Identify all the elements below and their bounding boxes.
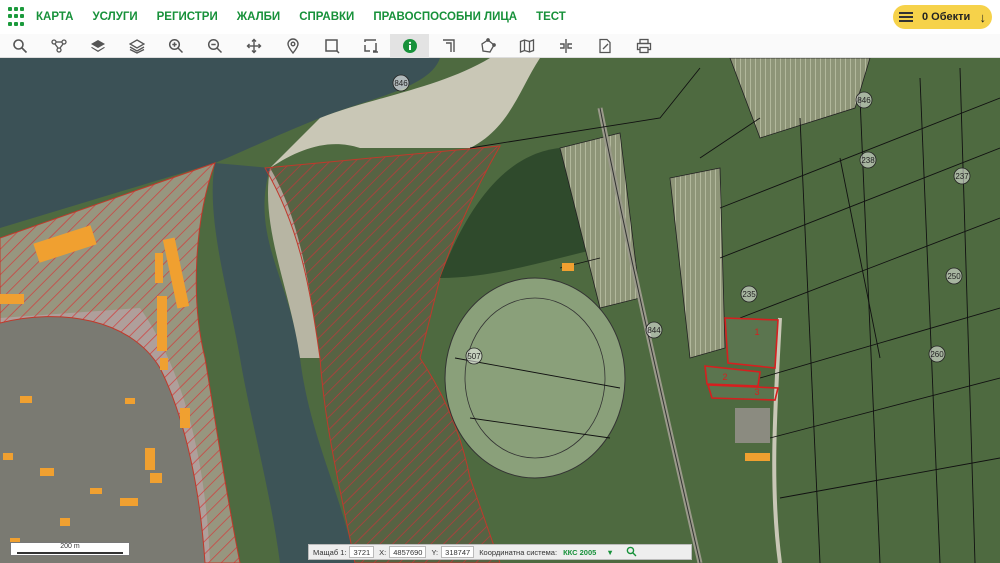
menu-item-uslugi[interactable]: УСЛУГИ: [92, 11, 137, 23]
top-menu-bar: КАРТА УСЛУГИ РЕГИСТРИ ЖАЛБИ СПРАВКИ ПРАВ…: [0, 0, 1000, 34]
scale-bar-label: 200 m: [60, 543, 80, 550]
menu-item-test[interactable]: ТЕСТ: [536, 11, 566, 23]
scale-bar: 200 m: [10, 542, 130, 556]
parcel-number-3: 3: [754, 387, 759, 397]
parcel-label-846b: 846: [857, 96, 871, 105]
objects-button[interactable]: 0 Обекти ↓: [893, 5, 992, 29]
parcel-label-238: 238: [861, 156, 875, 165]
select-rect-minus-icon[interactable]: [351, 34, 390, 58]
chevron-down-icon[interactable]: ▼: [606, 548, 613, 557]
y-coordinate: 318747: [441, 546, 475, 558]
parcel-label-507: 507: [467, 352, 481, 361]
split-icon[interactable]: [546, 34, 585, 58]
menu-item-registri[interactable]: РЕГИСТРИ: [157, 11, 218, 23]
satellite-map[interactable]: 846 846 238 237 235 507 844 250 260 1 2 …: [0, 58, 1000, 563]
parcel-label-235: 235: [742, 290, 756, 299]
main-menu: КАРТА УСЛУГИ РЕГИСТРИ ЖАЛБИ СПРАВКИ ПРАВ…: [36, 11, 585, 23]
pan-icon[interactable]: [234, 34, 273, 58]
draw-polygon-icon[interactable]: [468, 34, 507, 58]
map-view[interactable]: 846 846 238 237 235 507 844 250 260 1 2 …: [0, 58, 1000, 563]
crs-label: Координатна система:: [479, 547, 558, 557]
arrow-down-icon: ↓: [979, 9, 987, 25]
hamburger-icon: [899, 12, 913, 22]
zoom-out-icon[interactable]: [195, 34, 234, 58]
x-label: X:: [379, 547, 387, 557]
parcel-number-2: 2: [722, 372, 727, 382]
pin-icon[interactable]: [273, 34, 312, 58]
measure-angle-icon[interactable]: [429, 34, 468, 58]
y-label: Y:: [431, 547, 439, 557]
parcel-label-844: 844: [647, 326, 661, 335]
document-edit-icon[interactable]: [585, 34, 624, 58]
menu-item-zhalbi[interactable]: ЖАЛБИ: [237, 11, 280, 23]
layers-fill-icon[interactable]: [78, 34, 117, 58]
parcel-label-237: 237: [955, 172, 969, 181]
scale-input[interactable]: 3721: [349, 546, 375, 558]
crs-select[interactable]: ККС 2005: [563, 548, 596, 557]
scale-label: Мащаб 1:: [313, 547, 347, 557]
x-coordinate: 4857690: [389, 546, 427, 558]
zoom-in-icon[interactable]: [156, 34, 195, 58]
info-icon[interactable]: [390, 34, 429, 58]
print-icon[interactable]: [624, 34, 663, 58]
parcel-label-250: 250: [947, 272, 961, 281]
parcel-3[interactable]: [706, 384, 780, 401]
select-rect-icon[interactable]: [312, 34, 351, 58]
map-icon[interactable]: [507, 34, 546, 58]
parcel-number-1: 1: [754, 327, 759, 337]
menu-item-karta[interactable]: КАРТА: [36, 11, 73, 23]
parcel-label-260: 260: [930, 350, 944, 359]
objects-label: 0 Обекти: [922, 11, 971, 23]
search-icon[interactable]: [0, 34, 39, 58]
parcel-label-846: 846: [394, 79, 408, 88]
map-toolbar: [0, 34, 1000, 58]
layers-outline-icon[interactable]: [117, 34, 156, 58]
apps-grid-icon[interactable]: [8, 7, 28, 27]
parcel-1[interactable]: [724, 317, 779, 369]
search-icon[interactable]: [626, 546, 637, 559]
menu-item-spravki[interactable]: СПРАВКИ: [299, 11, 354, 23]
status-bar: Мащаб 1: 3721 X: 4857690 Y: 318747 Коорд…: [308, 544, 692, 560]
network-icon[interactable]: [39, 34, 78, 58]
menu-item-pravosposobni-lica[interactable]: ПРАВОСПОСОБНИ ЛИЦА: [373, 11, 517, 23]
